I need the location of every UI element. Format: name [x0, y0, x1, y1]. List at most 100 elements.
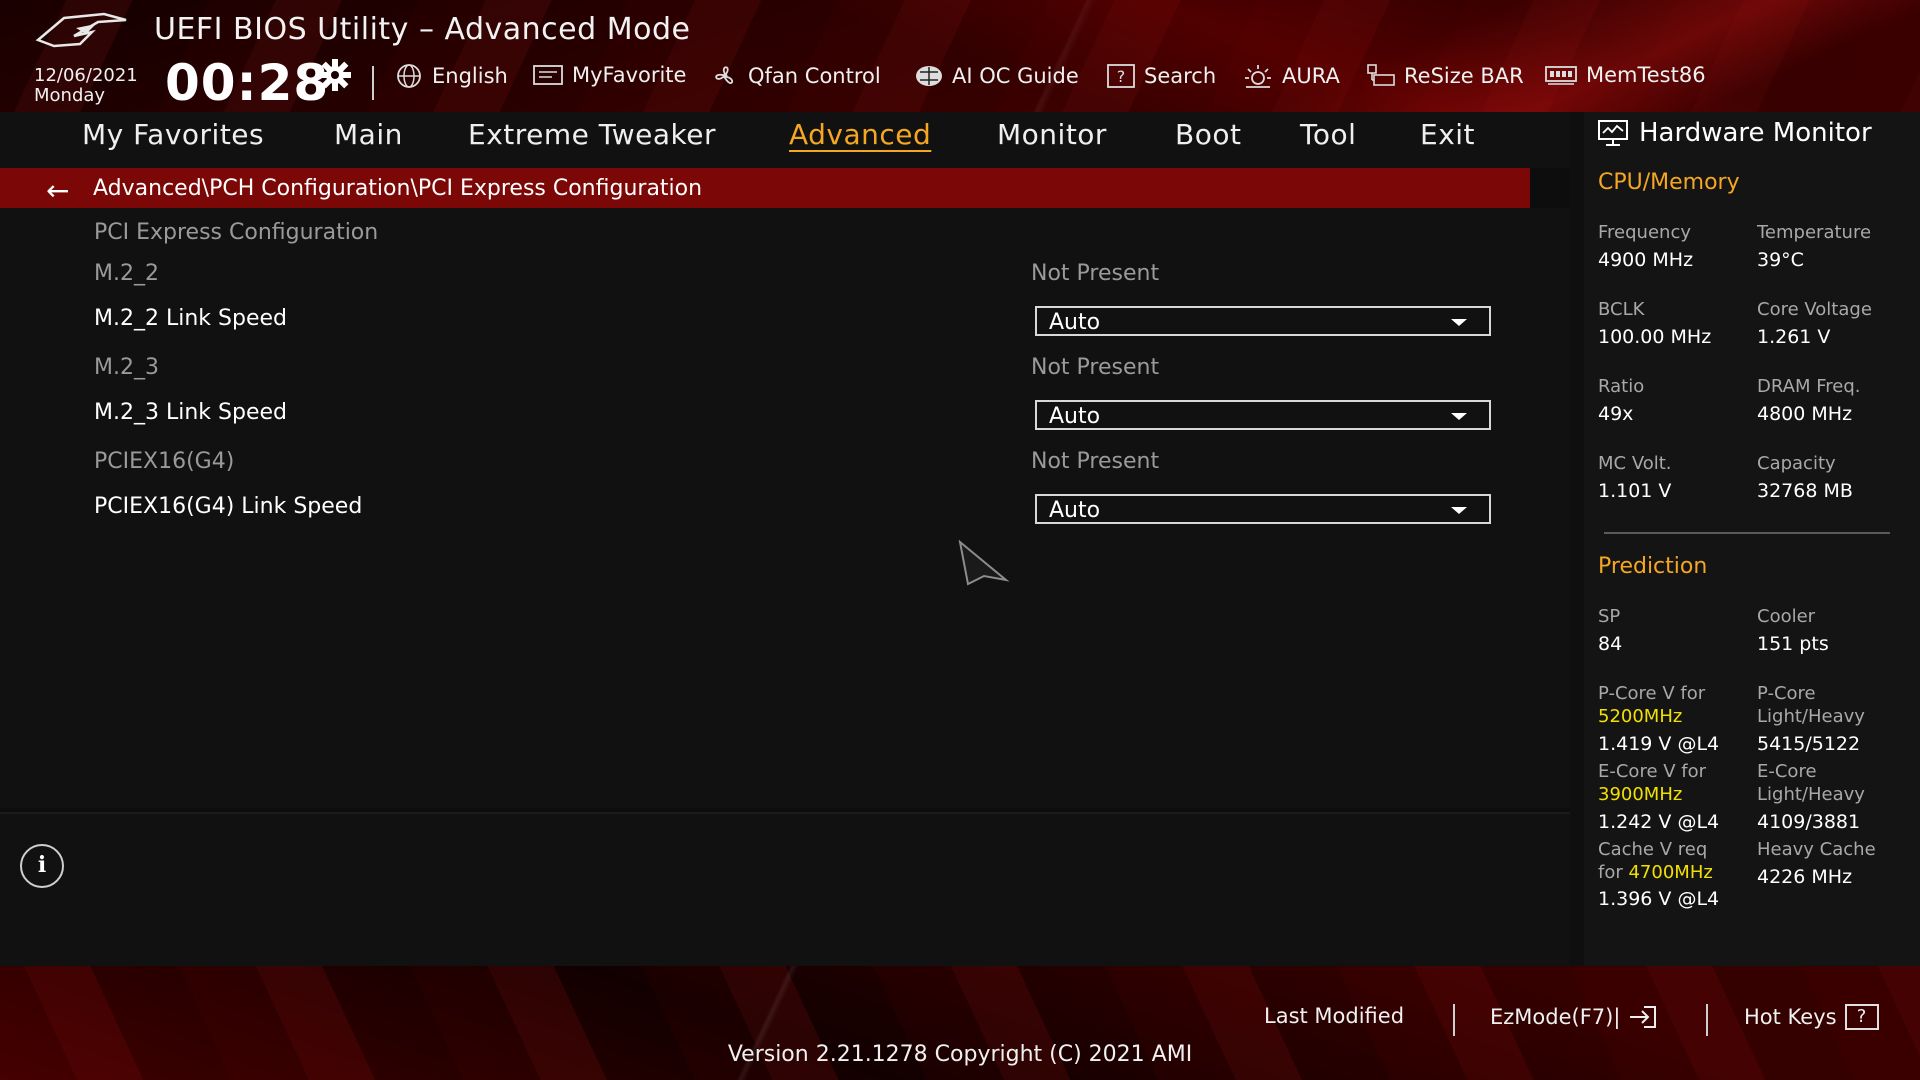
pcore-lh-label-2: Light/Heavy: [1757, 706, 1865, 727]
frequency-value: 4900 MHz: [1598, 249, 1694, 271]
clock-display[interactable]: 00:28: [165, 54, 329, 112]
cooler-value: 151 pts: [1757, 633, 1829, 655]
fan-icon: [715, 66, 734, 84]
chevron-down-icon: [1451, 507, 1467, 514]
mc-volt-label: MC Volt.: [1598, 453, 1672, 474]
ezmode-button[interactable]: EzMode(F7)|: [1490, 1004, 1658, 1030]
setting-pciex16-value: Not Present: [1031, 449, 1160, 474]
bclk-value: 100.00 MHz: [1598, 326, 1712, 348]
tab-advanced[interactable]: Advanced: [789, 118, 931, 151]
last-modified-label: Last Modified: [1264, 1004, 1405, 1028]
monitor-icon: [1598, 120, 1628, 146]
core-voltage-value: 1.261 V: [1757, 326, 1831, 348]
footer-divider: [1706, 1004, 1708, 1036]
setting-m2-3-label: M.2_3: [94, 355, 159, 380]
toolbar-english[interactable]: English: [394, 63, 508, 89]
header-divider: [372, 66, 374, 100]
cooler-label: Cooler: [1757, 606, 1816, 627]
footer-divider: [1453, 1004, 1455, 1036]
frequency-label: Frequency: [1598, 222, 1691, 243]
favorite-icon: [533, 65, 563, 85]
ratio-label: Ratio: [1598, 376, 1645, 397]
monitor-divider: [1604, 532, 1890, 534]
pcore-lh-value: 5415/5122: [1757, 733, 1861, 755]
ecore-lh-label-2: Light/Heavy: [1757, 784, 1865, 805]
back-arrow-icon[interactable]: ←: [46, 174, 69, 207]
ecore-lh-label: E-Core Light/Heavy: [1757, 760, 1865, 806]
tab-tool[interactable]: Tool: [1300, 118, 1356, 151]
exit-arrow-icon: [1630, 1006, 1657, 1028]
section-title: PCI Express Configuration: [94, 220, 379, 245]
toolbar-aura[interactable]: AURA: [1242, 63, 1340, 89]
globe-icon: [397, 64, 421, 88]
heavy-cache-label: Heavy Cache: [1757, 839, 1876, 860]
setting-m2-3-value: Not Present: [1031, 355, 1160, 380]
capacity-value: 32768 MB: [1757, 480, 1853, 502]
toolbar-ai-oc-label: AI OC Guide: [952, 64, 1079, 88]
toolbar-resize-bar[interactable]: ReSize BAR: [1364, 63, 1524, 89]
memtest-icon: [1545, 66, 1577, 85]
dropdown-value: Auto: [1049, 498, 1101, 523]
setting-pciex16-label: PCIEX16(G4): [94, 449, 235, 474]
hardware-monitor-title-text: Hardware Monitor: [1639, 118, 1872, 148]
breadcrumb-path: Advanced\PCH Configuration\PCI Express C…: [93, 176, 703, 201]
sp-label: SP: [1598, 606, 1621, 627]
aura-icon: [1245, 65, 1271, 88]
pciex16-link-speed-dropdown[interactable]: Auto: [1035, 494, 1491, 524]
last-modified-button[interactable]: Last Modified: [1264, 1004, 1404, 1028]
cache-v-label-2-line: for 4700MHz: [1598, 861, 1713, 884]
sp-value: 84: [1598, 633, 1623, 655]
tab-monitor[interactable]: Monitor: [997, 118, 1107, 151]
cache-v-label-1: Cache V req: [1598, 839, 1708, 860]
toolbar-memtest[interactable]: MemTest86: [1544, 63, 1706, 87]
pcore-target-freq: 5200MHz: [1598, 706, 1683, 727]
help-key-icon: ?: [1844, 1004, 1879, 1030]
ecore-v-label: E-Core V for 3900MHz: [1598, 760, 1706, 806]
chevron-down-icon: [1451, 413, 1467, 420]
rog-logo-icon: [35, 12, 127, 48]
cache-v-value: 1.396 V @L4: [1598, 888, 1720, 910]
pcore-lh-label: P-Core Light/Heavy: [1757, 682, 1865, 728]
dram-freq-value: 4800 MHz: [1757, 403, 1853, 425]
tab-extreme-tweaker[interactable]: Extreme Tweaker: [468, 118, 716, 151]
date-text: 12/06/2021: [34, 65, 138, 86]
tab-exit[interactable]: Exit: [1420, 118, 1475, 151]
mc-volt-value: 1.101 V: [1598, 480, 1672, 502]
mouse-cursor-icon: [958, 540, 1010, 586]
setting-m2-2-label: M.2_2: [94, 261, 159, 286]
setting-m2-2-link-speed-label[interactable]: M.2_2 Link Speed: [94, 306, 287, 331]
cache-v-label: Cache V req for 4700MHz: [1598, 838, 1713, 884]
toolbar-qfan[interactable]: Qfan Control: [710, 63, 881, 89]
toolbar-ai-oc-guide[interactable]: AI OC Guide: [914, 63, 1079, 89]
setting-m2-3-link-speed-label[interactable]: M.2_3 Link Speed: [94, 400, 287, 425]
tab-main[interactable]: Main: [334, 118, 403, 151]
date-display: 12/06/2021 Monday: [34, 66, 138, 106]
tab-my-favorites[interactable]: My Favorites: [82, 118, 264, 151]
setting-m2-2-value: Not Present: [1031, 261, 1160, 286]
app-title: UEFI BIOS Utility – Advanced Mode: [154, 12, 691, 47]
temperature-value: 39°C: [1757, 249, 1804, 271]
info-icon[interactable]: i: [20, 844, 64, 888]
ecore-v-label-text: E-Core V for: [1598, 761, 1707, 782]
cache-v-label-2: for: [1598, 862, 1623, 883]
hot-keys-button[interactable]: Hot Keys ?: [1744, 1004, 1879, 1030]
gear-icon[interactable]: [318, 58, 352, 92]
m2-2-link-speed-dropdown[interactable]: Auto: [1035, 306, 1491, 336]
capacity-label: Capacity: [1757, 453, 1836, 474]
toolbar-resize-bar-label: ReSize BAR: [1404, 64, 1524, 88]
setting-pciex16-link-speed-label[interactable]: PCIEX16(G4) Link Speed: [94, 494, 362, 519]
dropdown-value: Auto: [1049, 404, 1101, 429]
breadcrumb: ← Advanced\PCH Configuration\PCI Express…: [0, 168, 1530, 208]
m2-3-link-speed-dropdown[interactable]: Auto: [1035, 400, 1491, 430]
toolbar-search[interactable]: ? Search: [1106, 63, 1216, 89]
cpu-memory-heading: CPU/Memory: [1598, 170, 1740, 195]
weekday-text: Monday: [34, 85, 106, 106]
cache-target-freq: 4700MHz: [1628, 862, 1713, 883]
toolbar-myfavorite[interactable]: MyFavorite: [532, 63, 686, 87]
svg-text:?: ?: [1117, 67, 1126, 86]
tab-boot[interactable]: Boot: [1175, 118, 1241, 151]
toolbar-search-label: Search: [1144, 64, 1217, 88]
temperature-label: Temperature: [1757, 222, 1872, 243]
pcore-lh-label-1: P-Core: [1757, 683, 1816, 704]
toolbar-english-label: English: [432, 64, 508, 88]
